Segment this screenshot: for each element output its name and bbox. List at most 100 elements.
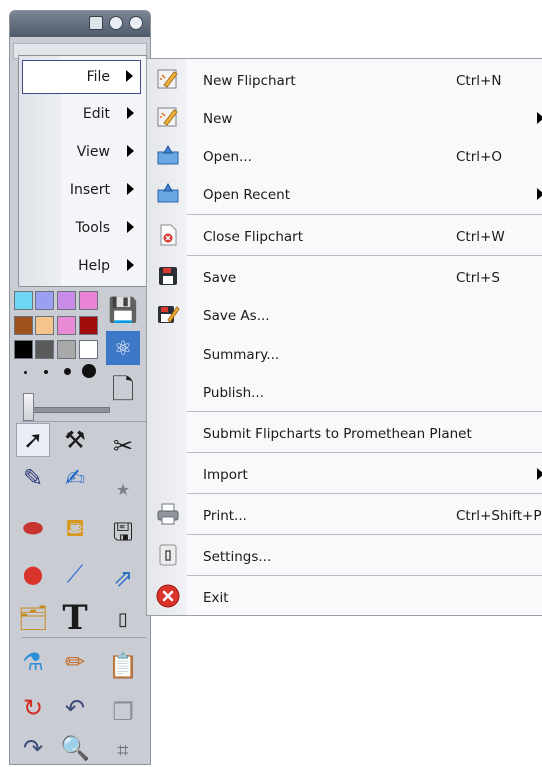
pointer-icon[interactable]: ➚ (16, 423, 50, 457)
menu-item-insert[interactable]: Insert (21, 174, 144, 208)
menu-item-shortcut: Ctrl+Shift+P (456, 508, 542, 524)
clipboard-icon[interactable]: 🗂 (16, 601, 50, 635)
reset-page-icon[interactable]: ↻ (16, 691, 50, 725)
pen-width-2[interactable] (44, 370, 48, 374)
color-swatch-brown[interactable] (14, 316, 33, 335)
menu-item-label: Save As... (203, 308, 270, 324)
grid-icon[interactable]: ⌗ (106, 733, 140, 767)
pen-width-3[interactable] (64, 368, 71, 375)
menu-item-shortcut: Ctrl+O (456, 149, 502, 165)
pen-width-4[interactable] (82, 364, 96, 378)
menu-item-label: Open... (203, 149, 252, 165)
color-swatch-cyan[interactable] (14, 291, 33, 310)
width-slider-track[interactable] (24, 407, 110, 413)
menu-item-label: Edit (82, 106, 110, 122)
layers-icon[interactable]: ❐ (106, 695, 140, 729)
menu-item-exit[interactable]: Exit (147, 578, 542, 616)
connector-icon[interactable]: ⟋ (58, 557, 92, 591)
star-shape-icon[interactable]: ★ (106, 473, 140, 507)
highlighter-icon[interactable]: ✍ (58, 461, 92, 495)
menu-item-tools[interactable]: Tools (21, 212, 144, 246)
page-icon[interactable]: 🗋 (106, 373, 140, 407)
paste-icon[interactable]: 📋 (106, 649, 140, 683)
collapse-icon[interactable] (109, 16, 123, 30)
exit-icon (156, 584, 180, 608)
printer-icon (156, 502, 180, 526)
menu-item-summary[interactable]: Summary... (147, 335, 542, 373)
redo-icon[interactable]: ↷ (16, 731, 50, 765)
color-swatch-violet[interactable] (57, 291, 76, 310)
menu-item-new[interactable]: New (147, 99, 542, 137)
color-swatch-grey[interactable] (57, 340, 76, 359)
menu-item-edit[interactable]: Edit (21, 98, 144, 132)
menu-item-label: New (203, 111, 233, 127)
menu-separator (187, 493, 542, 494)
submenu-arrow-icon (127, 145, 134, 157)
color-swatch-white[interactable] (79, 340, 98, 359)
color-swatch-black[interactable] (14, 340, 33, 359)
menu-separator (187, 255, 542, 256)
submenu-arrow-icon (127, 183, 134, 195)
menu-item-file[interactable]: File (22, 60, 141, 94)
main-tools-icon[interactable]: ⚒ (58, 423, 92, 457)
menu-item-save[interactable]: Save Ctrl+S (147, 258, 542, 296)
zoom-icon[interactable]: 🔍 (58, 731, 92, 765)
color-swatch-lavender[interactable] (35, 291, 54, 310)
scissors-icon[interactable]: ✂ (106, 429, 140, 463)
menu-item-label: Open Recent (203, 187, 291, 203)
menu-item-label: Help (78, 258, 110, 274)
export-icon[interactable]: ⇗ (106, 561, 140, 595)
menu-separator (187, 452, 542, 453)
options-icon[interactable] (129, 16, 143, 30)
color-swatch-orchid[interactable] (57, 316, 76, 335)
menu-item-label: Settings... (203, 549, 272, 565)
text-icon[interactable]: T (58, 601, 92, 635)
menu-item-help[interactable]: Help (21, 250, 144, 284)
file-submenu: New Flipchart Ctrl+N New Open... Ctrl+O … (146, 58, 542, 616)
menu-item-save-as[interactable]: Save As... (147, 296, 542, 334)
magic-ink-icon[interactable]: ✏ (58, 645, 92, 679)
menu-item-close-flipchart[interactable]: Close Flipchart Ctrl+W (147, 217, 542, 255)
menu-item-label: Publish... (203, 385, 264, 401)
undo-icon[interactable]: ↶ (58, 691, 92, 725)
menu-item-new-flipchart[interactable]: New Flipchart Ctrl+N (147, 61, 542, 99)
submenu-arrow-icon (537, 468, 542, 480)
save-icon (156, 264, 180, 288)
menu-item-label: Summary... (203, 347, 280, 363)
pen-width-1[interactable] (24, 371, 27, 374)
menu-item-submit-flipcharts[interactable]: Submit Flipcharts to Promethean Planet (147, 414, 542, 452)
menu-item-settings[interactable]: Settings... (147, 537, 542, 575)
menu-item-shortcut: Ctrl+W (456, 229, 505, 245)
menu-item-label: View (76, 144, 110, 160)
pen-icon[interactable]: ✎ (16, 461, 50, 495)
menu-separator (187, 575, 542, 576)
color-swatch-peach[interactable] (35, 316, 54, 335)
width-slider-thumb[interactable] (23, 393, 34, 421)
menu-item-open-recent[interactable]: Open Recent (147, 175, 542, 213)
reveal-icon[interactable]: ⚗ (16, 645, 50, 679)
settings-icon[interactable]: ▯ (106, 603, 140, 637)
pin-icon[interactable] (89, 16, 103, 30)
menu-item-label: Save (203, 270, 237, 286)
menu-item-publish[interactable]: Publish... (147, 373, 542, 411)
color-swatch-maroon[interactable] (79, 316, 98, 335)
menu-item-view[interactable]: View (21, 136, 144, 170)
atom-icon[interactable]: ⚛ (106, 331, 140, 365)
menu-item-print[interactable]: Print... Ctrl+Shift+P (147, 496, 542, 534)
fill-icon[interactable]: ⛾ (58, 511, 92, 545)
main-menu: File Edit View Insert Tools Help (18, 55, 147, 287)
menu-item-label: Exit (203, 590, 229, 606)
menu-item-open[interactable]: Open... Ctrl+O (147, 137, 542, 175)
save-icon[interactable]: 🖫 (106, 515, 140, 549)
menu-separator (187, 534, 542, 535)
new-icon (156, 105, 180, 129)
menu-item-label: File (86, 69, 110, 85)
color-swatch-pink[interactable] (79, 291, 98, 310)
color-swatch-dark-grey[interactable] (35, 340, 54, 359)
shapes-icon[interactable]: ● (16, 557, 50, 591)
eraser-icon[interactable]: ⬬ (16, 511, 50, 545)
save-pen-icon[interactable]: 💾 (106, 293, 140, 327)
menu-item-import[interactable]: Import (147, 455, 542, 493)
menu-item-shortcut: Ctrl+S (456, 270, 500, 286)
settings-icon (156, 543, 180, 567)
